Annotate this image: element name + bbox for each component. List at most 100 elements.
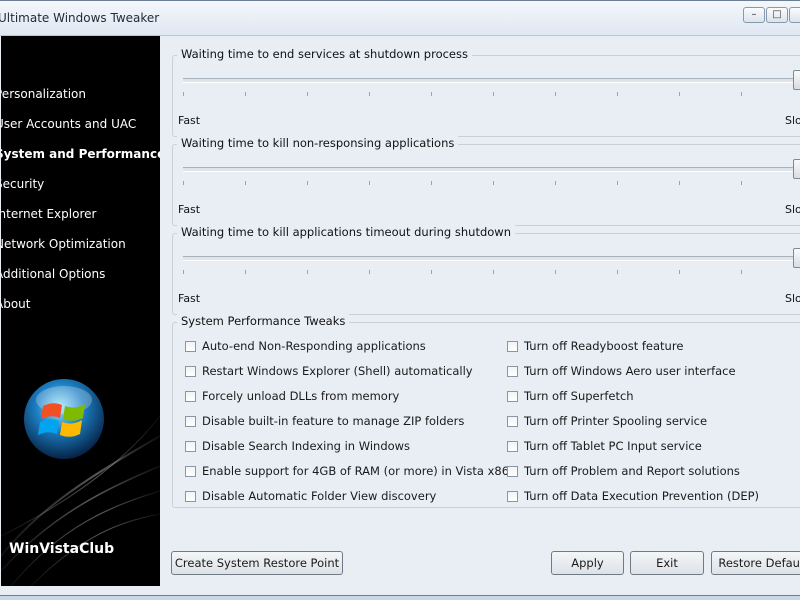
slider-tick (679, 92, 680, 96)
slider-min-label: Fast (178, 292, 201, 305)
checkbox-label: Enable support for 4GB of RAM (or more) … (202, 464, 510, 478)
tweak-problem-reports[interactable]: Turn off Problem and Report solutions (507, 464, 740, 478)
slider-thumb[interactable] (793, 159, 800, 179)
checkbox-label: Disable built-in feature to manage ZIP f… (202, 414, 465, 428)
checkbox-label: Disable Search Indexing in Windows (202, 439, 411, 453)
slider-tick (369, 181, 370, 185)
slider-title: Waiting time to kill applications timeou… (177, 225, 515, 239)
content-panel: Waiting time to end services at shutdown… (166, 36, 800, 596)
apply-button[interactable]: Apply (551, 551, 624, 575)
slider-tick (307, 270, 308, 274)
slider-tick (493, 92, 494, 96)
slider-tick (183, 270, 184, 274)
slider-tick (245, 92, 246, 96)
slider-tick (555, 270, 556, 274)
checkbox-label: Turn off Data Execution Prevention (DEP) (524, 489, 760, 503)
slider-tick (431, 92, 432, 96)
slider-tick (245, 270, 246, 274)
slider-tick (617, 181, 618, 185)
create-restore-point-button[interactable]: Create System Restore Point (171, 551, 343, 575)
tweak-readyboost[interactable]: Turn off Readyboost feature (507, 339, 683, 353)
checkbox-label: Forcely unload DLLs from memory (202, 389, 400, 403)
checkbox[interactable] (507, 491, 518, 502)
checkbox[interactable] (185, 441, 196, 452)
tweak-aero[interactable]: Turn off Windows Aero user interface (507, 364, 736, 378)
title-bar[interactable]: Ultimate Windows Tweaker – □ ✕ (0, 1, 800, 36)
slider-thumb[interactable] (793, 248, 800, 268)
main-window: Ultimate Windows Tweaker – □ ✕ Personali… (0, 0, 800, 596)
tweak-disable-indexing[interactable]: Disable Search Indexing in Windows (185, 439, 410, 453)
slider-tick (183, 181, 184, 185)
tweak-folder-discovery[interactable]: Disable Automatic Folder View discovery (185, 489, 436, 503)
exit-button[interactable]: Exit (630, 551, 704, 575)
sidebar: Personalization User Accounts and UAC Sy… (1, 36, 160, 586)
tweak-printer-spooling[interactable]: Turn off Printer Spooling service (507, 414, 707, 428)
tweak-dep[interactable]: Turn off Data Execution Prevention (DEP) (507, 489, 759, 503)
slider-group-end-services: Waiting time to end services at shutdown… (172, 47, 800, 137)
slider-tick (369, 270, 370, 274)
checkbox[interactable] (507, 416, 518, 427)
window-title: Ultimate Windows Tweaker (0, 11, 160, 25)
close-icon: ✕ (790, 8, 800, 22)
slider-ticks (183, 181, 800, 185)
sidebar-item-about[interactable]: About (1, 297, 30, 311)
slider-tick (679, 270, 680, 274)
slider-track[interactable] (183, 256, 800, 261)
slider-tick (307, 181, 308, 185)
slider-tick (555, 181, 556, 185)
slider-min-label: Fast (178, 203, 201, 216)
brand-label: WinVistaClub (9, 541, 115, 557)
slider-group-kill-timeout: Waiting time to kill applications timeou… (172, 225, 800, 315)
checkbox[interactable] (185, 466, 196, 477)
maximize-button[interactable]: □ (766, 7, 788, 23)
slider-tick (431, 181, 432, 185)
checkbox-label: Turn off Printer Spooling service (524, 414, 708, 428)
slider-tick (493, 181, 494, 185)
checkbox[interactable] (185, 491, 196, 502)
checkbox[interactable] (507, 366, 518, 377)
checkbox-label: Turn off Problem and Report solutions (524, 464, 740, 478)
slider-tick (493, 270, 494, 274)
sidebar-item-network-optimization[interactable]: Network Optimization (1, 237, 126, 251)
checkbox[interactable] (185, 391, 196, 402)
tweak-4gb-ram[interactable]: Enable support for 4GB of RAM (or more) … (185, 464, 509, 478)
slider-track[interactable] (183, 167, 800, 172)
slider-tick (741, 181, 742, 185)
tweak-unload-dlls[interactable]: Forcely unload DLLs from memory (185, 389, 399, 403)
sidebar-item-user-accounts[interactable]: User Accounts and UAC (1, 117, 136, 131)
checkbox[interactable] (185, 416, 196, 427)
slider-tick (617, 92, 618, 96)
tweak-restart-explorer[interactable]: Restart Windows Explorer (Shell) automat… (185, 364, 473, 378)
slider-tick (741, 92, 742, 96)
checkbox[interactable] (507, 441, 518, 452)
slider-tick (183, 92, 184, 96)
slider-title: Waiting time to kill non-responsing appl… (177, 136, 459, 150)
checkbox[interactable] (185, 366, 196, 377)
sidebar-item-internet-explorer[interactable]: Internet Explorer (1, 207, 96, 221)
slider-track[interactable] (183, 78, 800, 83)
slider-tick (679, 181, 680, 185)
sidebar-item-additional-options[interactable]: Additional Options (1, 267, 105, 281)
minimize-button[interactable]: – (743, 7, 765, 23)
slider-tick (369, 92, 370, 96)
slider-thumb[interactable] (793, 70, 800, 90)
checkbox[interactable] (507, 341, 518, 352)
tweak-disable-zip[interactable]: Disable built-in feature to manage ZIP f… (185, 414, 464, 428)
sidebar-item-security[interactable]: Security (1, 177, 44, 191)
sidebar-item-system-performance[interactable]: System and Performance (1, 147, 160, 161)
checkbox[interactable] (507, 466, 518, 477)
tweak-superfetch[interactable]: Turn off Superfetch (507, 389, 634, 403)
checkbox[interactable] (507, 391, 518, 402)
tweak-tablet-input[interactable]: Turn off Tablet PC Input service (507, 439, 702, 453)
windows-logo-icon (24, 379, 104, 459)
close-button[interactable]: ✕ (789, 7, 800, 23)
slider-ticks (183, 270, 800, 274)
sidebar-item-personalization[interactable]: Personalization (1, 87, 86, 101)
tweaks-group: System Performance Tweaks Auto-end Non-R… (172, 314, 800, 508)
slider-title: Waiting time to end services at shutdown… (177, 47, 472, 61)
checkbox[interactable] (185, 341, 196, 352)
slider-tick (245, 181, 246, 185)
checkbox-label: Disable Automatic Folder View discovery (202, 489, 437, 503)
tweak-auto-end[interactable]: Auto-end Non-Responding applications (185, 339, 426, 353)
restore-defaults-button[interactable]: Restore Defaults (711, 551, 800, 575)
